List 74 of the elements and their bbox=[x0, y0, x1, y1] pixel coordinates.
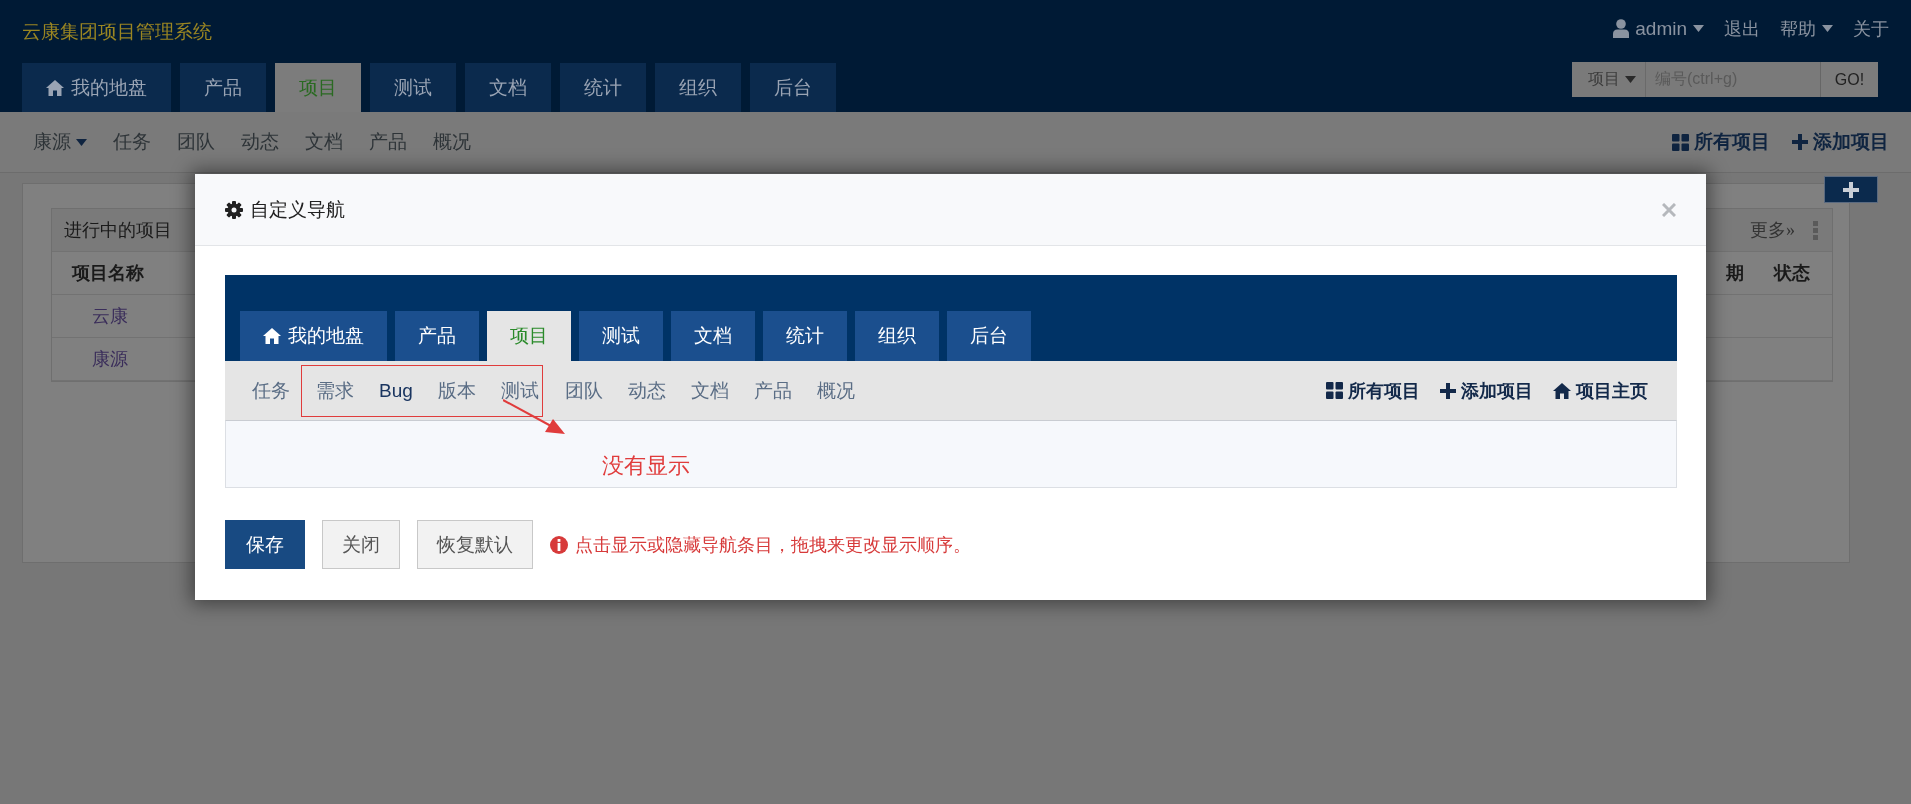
nav-action-link[interactable]: 项目主页 bbox=[1553, 378, 1648, 403]
subnav-link[interactable]: 团队 bbox=[177, 129, 215, 155]
nav-tab[interactable]: 文档 bbox=[465, 63, 551, 112]
nav-item[interactable]: 团队 bbox=[564, 377, 603, 404]
nav-item[interactable]: 需求 bbox=[316, 377, 354, 404]
home-icon bbox=[1553, 382, 1571, 399]
nav-action-link[interactable]: 所有项目 bbox=[1672, 129, 1770, 155]
close-icon[interactable] bbox=[1662, 202, 1676, 217]
subnav-link[interactable]: 概况 bbox=[433, 129, 471, 155]
subnav-link[interactable]: 任务 bbox=[113, 129, 151, 155]
app-title: 云康集团项目管理系统 bbox=[22, 19, 213, 44]
column-header: 期 bbox=[1725, 262, 1745, 285]
home-icon bbox=[46, 79, 64, 96]
nav-tab[interactable]: 统计 bbox=[763, 311, 847, 361]
nav-tab[interactable]: 后台 bbox=[947, 311, 1031, 361]
nav-action-link[interactable]: 所有项目 bbox=[1326, 378, 1420, 403]
nav-action-link[interactable]: 添加项目 bbox=[1440, 378, 1533, 403]
nav-tab[interactable]: 测试 bbox=[579, 311, 663, 361]
nav-item[interactable]: 文档 bbox=[690, 377, 729, 404]
nav-tab[interactable]: 项目 bbox=[487, 311, 571, 361]
caret-icon bbox=[1822, 25, 1833, 32]
nav-tab[interactable]: 我的地盘 bbox=[22, 63, 171, 112]
more-link[interactable]: 更多» bbox=[1750, 218, 1813, 242]
nav-item[interactable]: Bug bbox=[379, 379, 413, 402]
user-icon bbox=[1613, 19, 1630, 38]
nav-tab[interactable]: 组织 bbox=[855, 311, 939, 361]
caret-icon bbox=[76, 138, 87, 146]
nav-tab[interactable]: 文档 bbox=[671, 311, 755, 361]
nav-item[interactable]: 动态 bbox=[627, 377, 666, 404]
user-menu[interactable]: admin bbox=[1613, 17, 1704, 40]
header-link[interactable]: 关于 bbox=[1853, 16, 1889, 41]
annotation-text: 没有显示 bbox=[602, 452, 690, 480]
plus-icon bbox=[1843, 181, 1859, 198]
column-header: 项目名称 bbox=[70, 262, 145, 285]
help-menu[interactable]: 帮助 bbox=[1780, 16, 1833, 41]
nav-item[interactable]: 版本 bbox=[437, 377, 476, 404]
nav-tab[interactable]: 后台 bbox=[750, 63, 836, 112]
panel-title: 进行中的项目 bbox=[63, 219, 173, 242]
column-header: 状态 bbox=[1772, 262, 1811, 285]
save-button[interactable]: 保存 bbox=[225, 520, 305, 569]
grid-icon bbox=[1672, 133, 1689, 151]
nav-item[interactable]: 测试 bbox=[500, 377, 539, 404]
dialog-button[interactable]: 恢复默认 bbox=[417, 520, 533, 569]
nav-tab[interactable]: 测试 bbox=[370, 63, 456, 112]
nav-tab[interactable]: 产品 bbox=[180, 63, 266, 112]
nav-tab[interactable]: 组织 bbox=[655, 63, 741, 112]
nav-item[interactable]: 任务 bbox=[252, 377, 290, 404]
header-link[interactable]: 退出 bbox=[1724, 16, 1760, 41]
dialog-button[interactable]: 关闭 bbox=[322, 520, 400, 569]
subnav-link[interactable]: 产品 bbox=[369, 129, 407, 155]
plus-icon bbox=[1792, 134, 1808, 150]
nav-action-link[interactable]: 添加项目 bbox=[1792, 129, 1889, 155]
nav-item[interactable]: 产品 bbox=[753, 377, 792, 404]
kebab-menu-icon[interactable] bbox=[1813, 220, 1818, 240]
go-button[interactable]: GO! bbox=[1821, 62, 1878, 97]
subnav-link[interactable]: 文档 bbox=[305, 129, 343, 155]
caret-icon bbox=[1625, 76, 1636, 83]
nav-tab[interactable]: 我的地盘 bbox=[240, 311, 387, 361]
hint-text: 点击显示或隐藏导航条目，拖拽来更改显示顺序。 bbox=[575, 533, 971, 557]
nav-item[interactable]: 概况 bbox=[816, 377, 855, 404]
dialog-title: 自定义导航 bbox=[250, 197, 345, 222]
info-icon bbox=[550, 535, 568, 554]
project-name-link[interactable]: 康源 bbox=[72, 349, 128, 369]
plus-icon bbox=[1440, 382, 1456, 399]
gear-icon bbox=[225, 200, 243, 219]
project-name-link[interactable]: 云康 bbox=[72, 306, 128, 326]
nav-tab[interactable]: 统计 bbox=[560, 63, 646, 112]
project-switcher[interactable]: 康源 bbox=[33, 129, 87, 155]
home-icon bbox=[263, 328, 281, 344]
add-widget-button[interactable] bbox=[1824, 176, 1878, 203]
subnav-link[interactable]: 动态 bbox=[241, 129, 279, 155]
nav-tab[interactable]: 产品 bbox=[395, 311, 479, 361]
caret-icon bbox=[1693, 25, 1704, 32]
grid-icon bbox=[1326, 382, 1343, 399]
